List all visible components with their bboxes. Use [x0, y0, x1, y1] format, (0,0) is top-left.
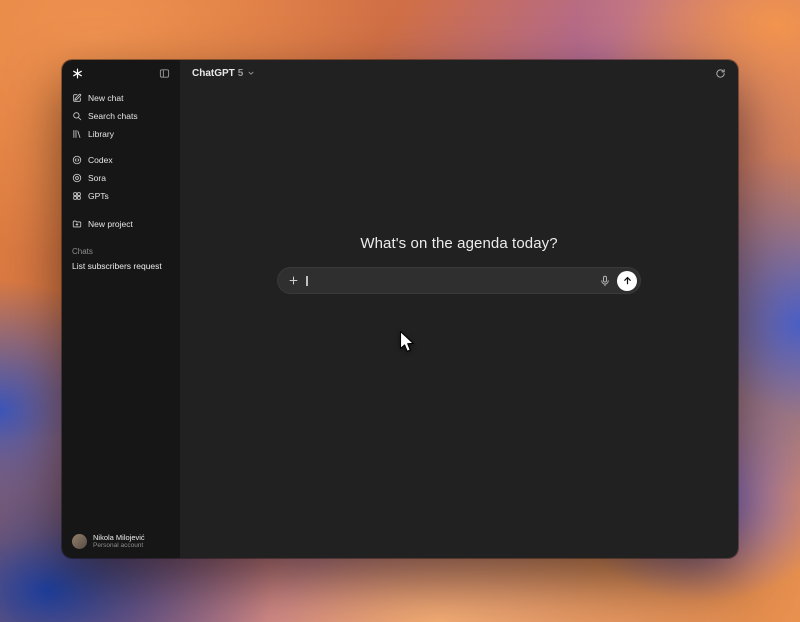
account-plan: Personal account	[93, 542, 144, 549]
chatgpt-app-window: New chat Search chats Library Codex Sora…	[62, 60, 738, 558]
sidebar-nav: New chat Search chats Library	[62, 89, 180, 143]
main-area: ChatGPT 5 What's on the agenda today?	[180, 60, 738, 558]
chevron-down-icon	[247, 69, 255, 77]
sidebar-item-new-chat[interactable]: New chat	[62, 89, 180, 107]
sidebar-item-label: Library	[88, 129, 114, 139]
sidebar-item-search-chats[interactable]: Search chats	[62, 107, 180, 125]
sidebar-item-library[interactable]: Library	[62, 125, 180, 143]
model-version: 5	[237, 67, 244, 79]
new-project-folder-icon	[72, 219, 82, 229]
chats-section-header: Chats	[72, 246, 93, 256]
account-text: Nikola Milojević Personal account	[93, 533, 145, 550]
conversation-start: What's on the agenda today?	[180, 235, 738, 294]
chat-item-title: List subscribers request	[72, 261, 162, 271]
sidebar-item-codex[interactable]: Codex	[62, 151, 180, 169]
sidebar-item-label: New project	[88, 219, 133, 229]
model-name: ChatGPT	[192, 67, 235, 79]
greeting-text: What's on the agenda today?	[360, 235, 558, 252]
library-icon	[72, 129, 82, 139]
composer[interactable]	[277, 267, 641, 294]
send-button[interactable]	[617, 270, 637, 291]
arrow-up-icon	[622, 275, 633, 286]
sidebar-header	[62, 60, 180, 83]
model-selector[interactable]: ChatGPT 5	[192, 68, 255, 79]
sidebar-item-label: GPTs	[88, 191, 109, 201]
sidebar-toggle-icon[interactable]	[159, 68, 170, 79]
sidebar-item-new-project[interactable]: New project	[62, 215, 180, 233]
sidebar-item-gpts[interactable]: GPTs	[62, 187, 180, 205]
account-name: Nikola Milojević	[93, 533, 145, 542]
gpts-icon	[72, 191, 82, 201]
sidebar-apps: Codex Sora GPTs	[62, 151, 180, 205]
avatar	[72, 534, 87, 549]
sidebar-item-label: Codex	[88, 155, 113, 165]
search-icon	[72, 111, 82, 121]
chatgpt-logo-icon	[72, 68, 83, 79]
plus-icon[interactable]	[288, 275, 299, 286]
refresh-icon[interactable]	[715, 68, 726, 79]
codex-icon	[72, 155, 82, 165]
sidebar-item-label: Sora	[88, 173, 106, 183]
new-chat-icon	[72, 93, 82, 103]
text-caret	[306, 275, 308, 286]
mouse-cursor-icon	[399, 330, 414, 352]
account-row[interactable]: Nikola Milojević Personal account	[62, 525, 180, 558]
chat-item[interactable]: List subscribers request	[62, 257, 180, 275]
sidebar-item-label: Search chats	[88, 111, 138, 121]
sidebar-item-label: New chat	[88, 93, 124, 103]
main-topbar: ChatGPT 5	[180, 60, 738, 86]
sidebar-item-sora[interactable]: Sora	[62, 169, 180, 187]
mic-icon[interactable]	[599, 275, 611, 287]
sidebar: New chat Search chats Library Codex Sora…	[62, 60, 180, 558]
sora-icon	[72, 173, 82, 183]
